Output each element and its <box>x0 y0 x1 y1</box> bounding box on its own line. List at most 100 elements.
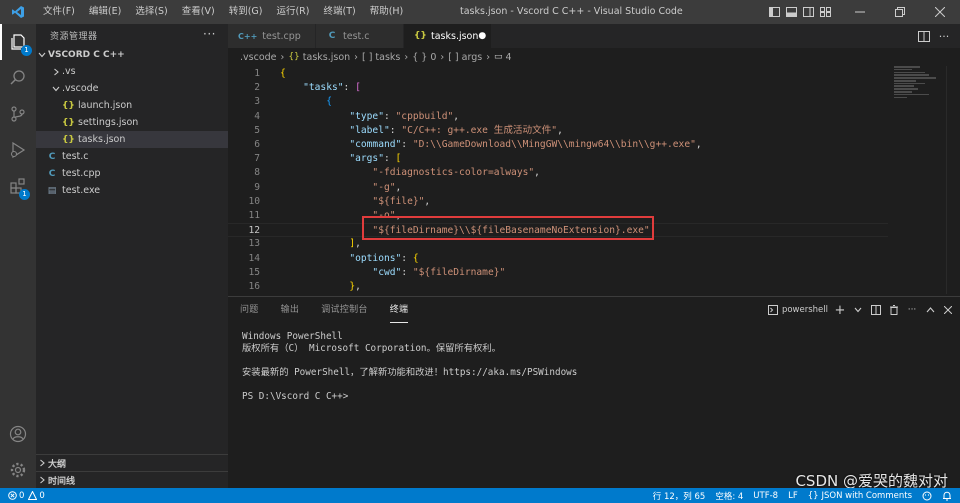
more-actions-icon[interactable]: ··· <box>904 297 920 323</box>
tab-tasks-json[interactable]: {} tasks.json ● <box>404 24 492 48</box>
code-token: "type" <box>349 110 384 122</box>
panel-tab-debug-console[interactable]: 调试控制台 <box>321 297 368 323</box>
toggle-secondary-sidebar-icon[interactable] <box>801 0 815 24</box>
code-token: : <box>343 82 356 94</box>
code-line[interactable]: 3 { <box>228 95 888 109</box>
editor-scrollbar[interactable] <box>946 66 960 294</box>
split-editor-icon[interactable] <box>914 24 934 48</box>
minimap[interactable] <box>894 66 938 106</box>
trash-icon[interactable] <box>886 297 902 323</box>
code-text: "tasks": [ <box>280 81 361 95</box>
breadcrumb-file[interactable]: tasks.json <box>303 52 350 63</box>
terminal-line: Windows PowerShell <box>242 331 343 342</box>
breadcrumb-symbol-tasks[interactable]: [ ] tasks <box>362 52 400 63</box>
workspace-folder-header[interactable]: VSCORD C C++ <box>36 46 228 63</box>
menu-view[interactable]: 查看(V) <box>175 0 222 24</box>
terminal-output[interactable]: Windows PowerShell 版权所有（C） Microsoft Cor… <box>242 331 577 403</box>
code-text: { <box>280 95 332 109</box>
search-icon[interactable] <box>0 60 36 96</box>
feedback-icon[interactable] <box>922 491 932 501</box>
panel-tab-output[interactable]: 输出 <box>281 297 300 323</box>
timeline-section-header[interactable]: 时间线 <box>36 471 228 488</box>
panel-tab-problems[interactable]: 问题 <box>240 297 259 323</box>
menu-run[interactable]: 运行(R) <box>269 0 316 24</box>
code-line[interactable]: 5 "label": "C/C++: g++.exe 生成活动文件", <box>228 124 888 138</box>
more-actions-icon[interactable]: ··· <box>203 27 216 41</box>
problems-status[interactable]: 0 0 <box>8 491 45 501</box>
menu-help[interactable]: 帮助(H) <box>363 0 411 24</box>
status-bar: 0 0 行 12，列 65 空格: 4 UTF-8 LF {} JSON wit… <box>0 488 960 503</box>
tree-item-settings-json[interactable]: {} settings.json <box>36 114 228 131</box>
more-actions-icon[interactable]: ··· <box>934 24 954 48</box>
code-token: : <box>401 266 413 278</box>
tree-item-vs-folder[interactable]: .vs <box>36 63 228 80</box>
close-button[interactable] <box>920 0 960 24</box>
breadcrumb-symbol-0[interactable]: { } 0 <box>412 52 436 63</box>
chevron-down-icon[interactable] <box>850 297 866 323</box>
split-terminal-icon[interactable] <box>868 297 884 323</box>
cursor-position[interactable]: 行 12，列 65 <box>653 490 706 502</box>
code-token: "cppbuild" <box>395 110 454 122</box>
code-text: "-fdiagnostics-color=always", <box>280 166 540 180</box>
indentation[interactable]: 空格: 4 <box>715 490 743 502</box>
line-number: 4 <box>254 110 260 122</box>
customize-layout-icon[interactable] <box>818 0 832 24</box>
modified-dot-icon[interactable]: ● <box>478 31 486 41</box>
chevron-down-icon <box>50 85 62 93</box>
minimize-button[interactable] <box>840 0 880 24</box>
end-of-line[interactable]: LF <box>788 491 798 501</box>
code-line[interactable]: 8 "-fdiagnostics-color=always", <box>228 166 888 180</box>
run-debug-icon[interactable] <box>0 132 36 168</box>
panel-tab-terminal[interactable]: 终端 <box>389 297 409 323</box>
tree-item-tasks-json[interactable]: {} tasks.json <box>36 131 228 148</box>
code-line[interactable]: 10 "${file}", <box>228 195 888 209</box>
restore-button[interactable] <box>880 0 920 24</box>
code-line[interactable]: 16 }, <box>228 280 888 294</box>
terminal-shell-selector[interactable]: powershell <box>766 297 830 323</box>
code-line[interactable]: 4 "type": "cppbuild", <box>228 110 888 124</box>
code-line[interactable]: 1{ <box>228 67 888 81</box>
menu-edit[interactable]: 编辑(E) <box>82 0 128 24</box>
encoding[interactable]: UTF-8 <box>753 491 778 501</box>
vscode-logo-icon[interactable] <box>0 0 36 24</box>
tree-item-launch-json[interactable]: {} launch.json <box>36 97 228 114</box>
line-number: 13 <box>248 238 260 250</box>
code-line[interactable]: 6 "command": "D:\\GameDownload\\MingGW\\… <box>228 138 888 152</box>
editor-tabs: C++ test.cpp C test.c {} tasks.json ● ··… <box>228 24 960 48</box>
source-control-icon[interactable] <box>0 96 36 132</box>
language-mode[interactable]: {} JSON with Comments <box>808 491 912 501</box>
close-panel-icon[interactable] <box>940 297 956 323</box>
tree-item-test-cpp[interactable]: C test.cpp <box>36 165 228 182</box>
highlight-annotation-box <box>362 216 654 240</box>
breadcrumb-symbol-args[interactable]: [ ] args <box>448 52 482 63</box>
menu-terminal[interactable]: 终端(T) <box>316 0 362 24</box>
json-file-icon: {} <box>414 31 427 41</box>
new-terminal-icon[interactable]: + <box>832 297 848 323</box>
code-line[interactable]: 2 "tasks": [ <box>228 81 888 95</box>
tree-item-test-exe[interactable]: ▤ test.exe <box>36 182 228 199</box>
code-editor[interactable]: 1{2 "tasks": [3 {4 "type": "cppbuild", 5 … <box>228 66 960 294</box>
menu-go[interactable]: 转到(G) <box>222 0 270 24</box>
tab-test-c[interactable]: C test.c <box>316 24 404 48</box>
maximize-panel-icon[interactable] <box>922 297 938 323</box>
toggle-sidebar-icon[interactable] <box>767 0 781 24</box>
notifications-bell-icon[interactable] <box>942 491 952 501</box>
code-line[interactable]: 9 "-g", <box>228 181 888 195</box>
tree-item-test-c[interactable]: C test.c <box>36 148 228 165</box>
code-line[interactable]: 14 "options": { <box>228 252 888 266</box>
breadcrumb-folder[interactable]: .vscode <box>240 52 277 63</box>
settings-gear-icon[interactable] <box>0 452 36 488</box>
menu-file[interactable]: 文件(F) <box>36 0 82 24</box>
explorer-icon[interactable]: 1 <box>0 24 36 60</box>
extensions-icon[interactable]: 1 <box>0 168 36 204</box>
code-line[interactable]: 15 "cwd": "${fileDirname}" <box>228 266 888 280</box>
tab-test-cpp[interactable]: C++ test.cpp <box>228 24 316 48</box>
account-icon[interactable] <box>0 416 36 452</box>
toggle-panel-icon[interactable] <box>784 0 798 24</box>
code-text: "label": "C/C++: g++.exe 生成活动文件", <box>280 124 563 138</box>
outline-section-header[interactable]: 大纲 <box>36 454 228 471</box>
menu-selection[interactable]: 选择(S) <box>128 0 174 24</box>
breadcrumb-symbol-4[interactable]: 4 <box>506 52 512 63</box>
tree-item-vscode-folder[interactable]: .vscode <box>36 80 228 97</box>
code-line[interactable]: 7 "args": [ <box>228 152 888 166</box>
